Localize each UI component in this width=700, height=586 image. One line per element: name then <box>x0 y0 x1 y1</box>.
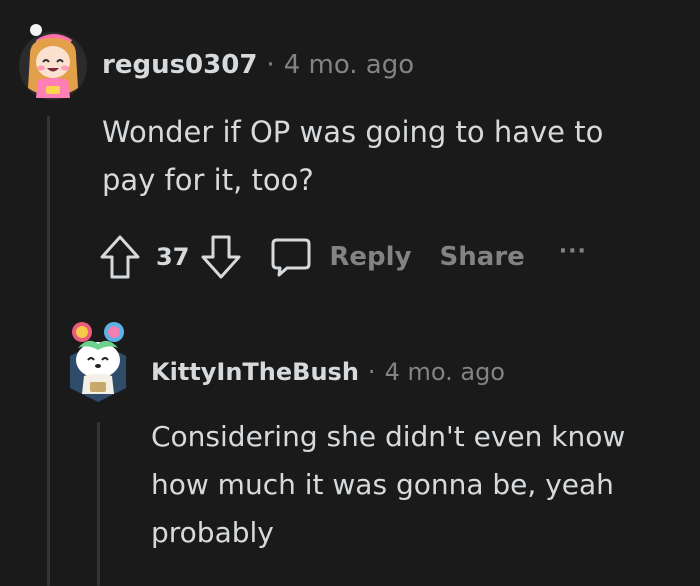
timestamp[interactable]: 4 mo. ago <box>284 50 414 80</box>
comment-actions: 37 Reply Share ··· <box>98 232 587 282</box>
downvote-icon[interactable] <box>199 233 243 281</box>
comment-meta: KittyInTheBush · 4 mo. ago <box>151 358 505 386</box>
thread-line[interactable] <box>97 422 100 586</box>
comment-body-line: Considering she didn't even know <box>151 420 626 453</box>
comment-body-line: Wonder if OP was going to have to <box>102 115 604 149</box>
comment-body-line: pay for it, too? <box>102 163 314 197</box>
comment-body-line: probably <box>151 516 274 549</box>
comment-meta: regus0307 · 4 mo. ago <box>102 50 414 80</box>
avatar-image <box>70 322 126 402</box>
reply-button[interactable]: Reply <box>269 235 412 279</box>
comment-body-line: how much it was gonna be, yeah <box>151 468 614 501</box>
avatar-image <box>19 24 87 100</box>
username[interactable]: regus0307 <box>102 50 257 80</box>
avatar[interactable] <box>16 18 90 102</box>
username[interactable]: KittyInTheBush <box>151 358 359 386</box>
vote-score: 37 <box>156 243 190 271</box>
thread-line[interactable] <box>47 116 50 586</box>
share-button[interactable]: Share <box>440 242 525 272</box>
reply-label: Reply <box>329 242 412 272</box>
meta-separator: · <box>367 358 376 386</box>
timestamp[interactable]: 4 mo. ago <box>385 358 505 386</box>
avatar[interactable] <box>62 318 134 404</box>
more-options-icon[interactable]: ··· <box>559 239 587 264</box>
upvote-icon[interactable] <box>98 233 142 281</box>
comment-body: Considering she didn't even know how muc… <box>151 413 625 557</box>
comment-body: Wonder if OP was going to have to pay fo… <box>102 108 603 204</box>
meta-separator: · <box>266 50 275 80</box>
comment-icon <box>271 238 311 277</box>
